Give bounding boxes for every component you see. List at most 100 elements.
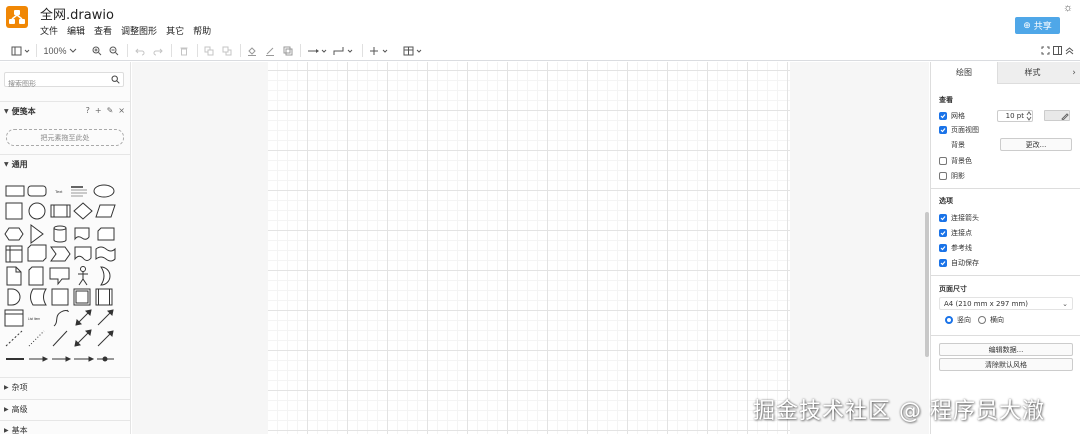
landscape-label: 横向: [990, 316, 1004, 324]
delete-icon[interactable]: [178, 44, 190, 57]
card-2-shape: [28, 266, 44, 286]
format-panel-icon[interactable]: [10, 44, 32, 57]
grid-option[interactable]: 网格: [939, 111, 965, 121]
tab-style[interactable]: 样式: [997, 62, 1067, 84]
page-view-option[interactable]: 页面视图: [939, 125, 979, 135]
help-icon[interactable]: ?: [86, 106, 90, 115]
actor-shape: [78, 266, 88, 286]
zoom-value: 100%: [43, 45, 67, 56]
to-back-icon[interactable]: [221, 44, 233, 57]
menu-help[interactable]: 帮助: [193, 24, 211, 37]
grid-checkbox[interactable]: [939, 112, 947, 120]
rectangle-shape: [5, 185, 25, 197]
grid-label: 网格: [951, 112, 965, 120]
shadow-option[interactable]: 阴影: [939, 171, 965, 181]
fullscreen-icon[interactable]: [1040, 44, 1050, 57]
option-connection-points[interactable]: 连接点: [939, 228, 972, 238]
connection-icon[interactable]: [307, 44, 329, 57]
shadow-checkbox[interactable]: [939, 172, 947, 180]
textbox-shape: [71, 186, 87, 197]
collapse-panel-icon[interactable]: ›: [1067, 62, 1080, 84]
theme-toggle-icon[interactable]: ☼: [1063, 2, 1073, 14]
document-title[interactable]: 全网.drawio: [40, 4, 114, 23]
diamond-shape: [73, 202, 93, 220]
section-advanced-label: 高级: [11, 404, 28, 414]
connection-points-label: 连接点: [951, 229, 972, 237]
option-connection-arrows[interactable]: 连接箭头: [939, 213, 979, 223]
bidirectional-connector-shape: [74, 329, 92, 347]
zoom-select[interactable]: 100%: [42, 44, 78, 57]
clear-default-style-button[interactable]: 清除默认风格: [939, 358, 1073, 371]
diagram-canvas[interactable]: [132, 62, 929, 434]
scratchpad-drop-zone[interactable]: 把元素拖至此处: [6, 129, 124, 146]
format-toggle-icon[interactable]: [1052, 44, 1062, 57]
menu-extras[interactable]: 其它: [166, 24, 184, 37]
scratchpad-header[interactable]: ▼ 便笺本 ? + ✎ ×: [0, 101, 130, 120]
fill-color-icon[interactable]: [246, 44, 258, 57]
format-panel: 绘图 样式 › 查看 网格 10 pt 页面视图 背景 更改... 背景色 阴影…: [930, 62, 1080, 434]
ellipse-shape: [93, 184, 115, 198]
section-advanced[interactable]: ▶ 高级: [0, 399, 130, 418]
cylinder-shape: [53, 225, 67, 243]
section-misc[interactable]: ▶ 杂项: [0, 377, 130, 396]
table-icon[interactable]: [403, 44, 425, 57]
background-color-option[interactable]: 背景色: [939, 156, 972, 166]
menu-view[interactable]: 查看: [94, 24, 112, 37]
close-icon[interactable]: ×: [118, 106, 125, 115]
guides-label: 参考线: [951, 244, 972, 252]
menu-arrange[interactable]: 调整图形: [121, 24, 157, 37]
edit-data-button[interactable]: 编辑数据...: [939, 343, 1073, 356]
connection-arrows-checkbox[interactable]: [939, 214, 947, 222]
connection-points-checkbox[interactable]: [939, 229, 947, 237]
general-section-header[interactable]: ▼ 通用: [0, 154, 130, 173]
option-guides[interactable]: 参考线: [939, 243, 972, 253]
orientation-portrait[interactable]: 竖向: [945, 315, 971, 325]
page-grid[interactable]: [268, 62, 790, 434]
background-color-checkbox[interactable]: [939, 157, 947, 165]
share-button[interactable]: ⊕ 共享: [1015, 17, 1060, 34]
vertical-scrollbar[interactable]: [925, 212, 929, 357]
connector-label-shape: [52, 356, 72, 362]
drawio-logo-icon[interactable]: [6, 6, 28, 28]
shadow-icon[interactable]: [282, 44, 294, 57]
section-basic[interactable]: ▶ 基本: [0, 420, 130, 434]
grid-size-spinner-icon[interactable]: [1026, 111, 1032, 121]
shape-palette[interactable]: Text List Item: [3, 179, 127, 369]
zoom-in-icon[interactable]: [91, 44, 103, 57]
collapse-icon[interactable]: [1064, 44, 1074, 57]
square-shape: [5, 202, 23, 220]
zoom-out-icon[interactable]: [108, 44, 120, 57]
menu-edit[interactable]: 编辑: [67, 24, 85, 37]
search-input[interactable]: [5, 77, 105, 91]
grid-color-edit-icon[interactable]: [1061, 112, 1069, 120]
line-color-icon[interactable]: [264, 44, 276, 57]
to-front-icon[interactable]: [203, 44, 215, 57]
triangle-shape: [30, 224, 44, 244]
autosave-checkbox[interactable]: [939, 259, 947, 267]
portrait-label: 竖向: [957, 316, 971, 324]
undo-icon[interactable]: [134, 44, 146, 57]
menu-bar: 文件 编辑 查看 调整图形 其它 帮助: [40, 24, 211, 37]
change-background-button[interactable]: 更改...: [1000, 138, 1072, 151]
dashed-line-shape: [5, 330, 23, 347]
step-shape: [50, 246, 71, 262]
autosave-label: 自动保存: [951, 259, 979, 267]
page-size-select[interactable]: A4 (210 mm x 297 mm) ⌄: [939, 297, 1073, 310]
bidirectional-arrow-shape: [75, 309, 92, 326]
orientation-landscape[interactable]: 横向: [978, 315, 1004, 325]
search-icon[interactable]: [111, 75, 120, 84]
insert-icon[interactable]: [369, 44, 391, 57]
add-icon[interactable]: +: [95, 106, 102, 115]
landscape-radio[interactable]: [978, 316, 986, 324]
edit-icon[interactable]: ✎: [107, 106, 114, 115]
portrait-radio[interactable]: [945, 316, 953, 324]
option-autosave[interactable]: 自动保存: [939, 258, 979, 268]
waypoints-icon[interactable]: [333, 44, 355, 57]
menu-file[interactable]: 文件: [40, 24, 58, 37]
tab-diagram[interactable]: 绘图: [931, 62, 997, 84]
page-view-checkbox[interactable]: [939, 126, 947, 134]
guides-checkbox[interactable]: [939, 244, 947, 252]
redo-icon[interactable]: [152, 44, 164, 57]
collapse-triangle-icon: ▼: [4, 160, 9, 168]
delay-shape: [7, 288, 21, 306]
